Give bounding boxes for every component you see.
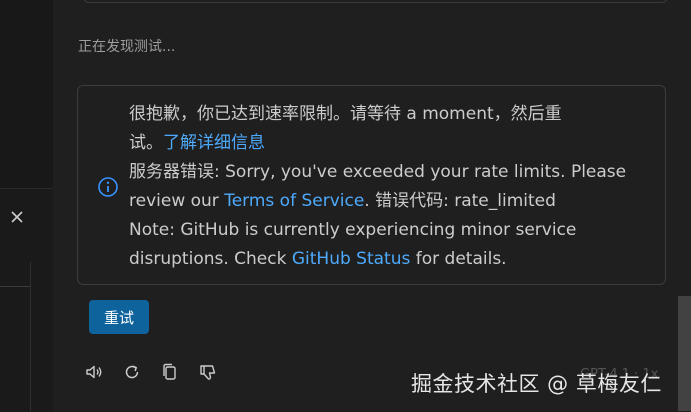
refresh-icon (125, 365, 139, 379)
note-line: Note: GitHub is currently experiencing m… (129, 220, 577, 240)
message-text: 很抱歉，你已达到速率限制。请等待 a moment，然后重 试。了解详细信息 服… (129, 100, 639, 274)
copy-button[interactable] (158, 359, 182, 385)
dislike-button[interactable] (196, 359, 220, 385)
rate-limit-message: 很抱歉，你已达到速率限制。请等待 a moment，然后重 试。了解详细信息 服… (77, 85, 666, 285)
watermark: 掘金技术社区 @ 草梅友仁 (411, 372, 662, 396)
server-error-line: 服务器错误: Sorry, you've exceeded your rate … (129, 162, 627, 182)
learn-more-link[interactable]: 了解详细信息 (163, 133, 265, 153)
read-aloud-button[interactable] (82, 359, 106, 385)
divider (30, 262, 31, 411)
message-line: 试。了解详细信息 (129, 129, 639, 158)
previous-message-box (83, 0, 668, 3)
response-actions (82, 359, 220, 385)
github-status-link[interactable]: GitHub Status (292, 249, 411, 269)
retry-response-button[interactable] (120, 359, 144, 385)
message-line: disruptions. Check GitHub Status for det… (129, 245, 639, 274)
error-code-text: . 错误代码: rate_limited (364, 191, 556, 211)
close-icon (11, 211, 23, 223)
message-text-fragment: review our (129, 191, 225, 211)
message-line: review our Terms of Service. 错误代码: rate_… (129, 187, 639, 216)
message-text-fragment: disruptions. Check (129, 249, 292, 269)
speaker-icon (86, 365, 102, 379)
message-text-fragment: for details. (410, 249, 507, 269)
copy-icon (163, 363, 176, 380)
message-text-fragment: 试。 (129, 133, 163, 153)
retry-button[interactable]: 重试 (89, 300, 149, 334)
divider (0, 286, 30, 287)
discovering-tests-status: 正在发现测试... (78, 39, 176, 55)
terms-of-service-link[interactable]: Terms of Service (224, 191, 364, 211)
info-icon (97, 176, 119, 198)
close-button[interactable] (6, 206, 28, 228)
scrollbar[interactable] (678, 296, 691, 411)
thumbs-down-icon (200, 365, 216, 380)
right-edge (678, 0, 691, 296)
message-line: 很抱歉，你已达到速率限制。请等待 a moment，然后重 (129, 104, 562, 124)
